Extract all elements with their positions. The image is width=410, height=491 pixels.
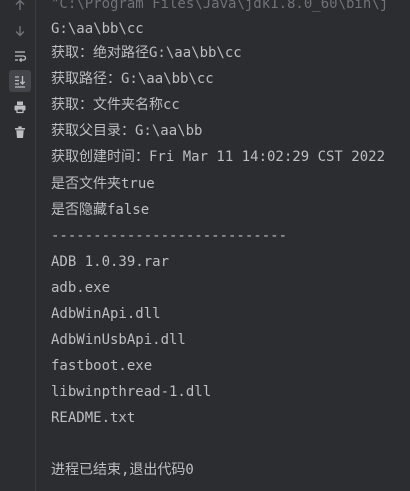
separator-line: ---------------------------- xyxy=(51,228,288,244)
down-arrow-icon[interactable] xyxy=(9,20,31,42)
console-toolbar xyxy=(0,0,36,491)
output-line: 获取创建时间：Fri Mar 11 14:02:29 CST 2022 xyxy=(51,149,386,165)
soft-wrap-icon[interactable] xyxy=(9,45,31,67)
file-list-item: ADB 1.0.39.rar xyxy=(51,254,170,270)
scroll-to-end-icon[interactable] xyxy=(9,70,31,92)
output-line: 获取路径：G:\aa\bb\cc xyxy=(51,71,214,87)
exit-status-line: 进程已结束,退出代码0 xyxy=(51,462,194,478)
output-line: 获取：文件夹名称cc xyxy=(51,97,180,113)
output-line: 获取：绝对路径G:\aa\bb\cc xyxy=(51,45,242,61)
file-list-item: fastboot.exe xyxy=(51,358,153,374)
file-list-item: README.txt xyxy=(51,410,136,426)
up-arrow-icon[interactable] xyxy=(9,0,31,16)
trash-icon[interactable] xyxy=(9,121,31,143)
file-list-item: libwinpthread-1.dll xyxy=(51,384,212,400)
file-list-item: AdbWinApi.dll xyxy=(51,306,161,322)
output-line: 获取父目录：G:\aa\bb xyxy=(51,123,203,139)
file-list-item: AdbWinUsbApi.dll xyxy=(51,332,186,348)
console-output[interactable]: "C:\Program Files\Java\jdk1.8.0_60\bin\j… xyxy=(36,0,410,491)
output-line: 是否文件夹true xyxy=(51,176,155,192)
command-line: "C:\Program Files\Java\jdk1.8.0_60\bin\j xyxy=(51,0,389,12)
run-console-panel: "C:\Program Files\Java\jdk1.8.0_60\bin\j… xyxy=(0,0,410,491)
output-line: 是否隐藏false xyxy=(51,202,150,218)
output-line: G:\aa\bb\cc xyxy=(51,21,144,37)
print-icon[interactable] xyxy=(9,96,31,118)
file-list-item: adb.exe xyxy=(51,280,111,296)
